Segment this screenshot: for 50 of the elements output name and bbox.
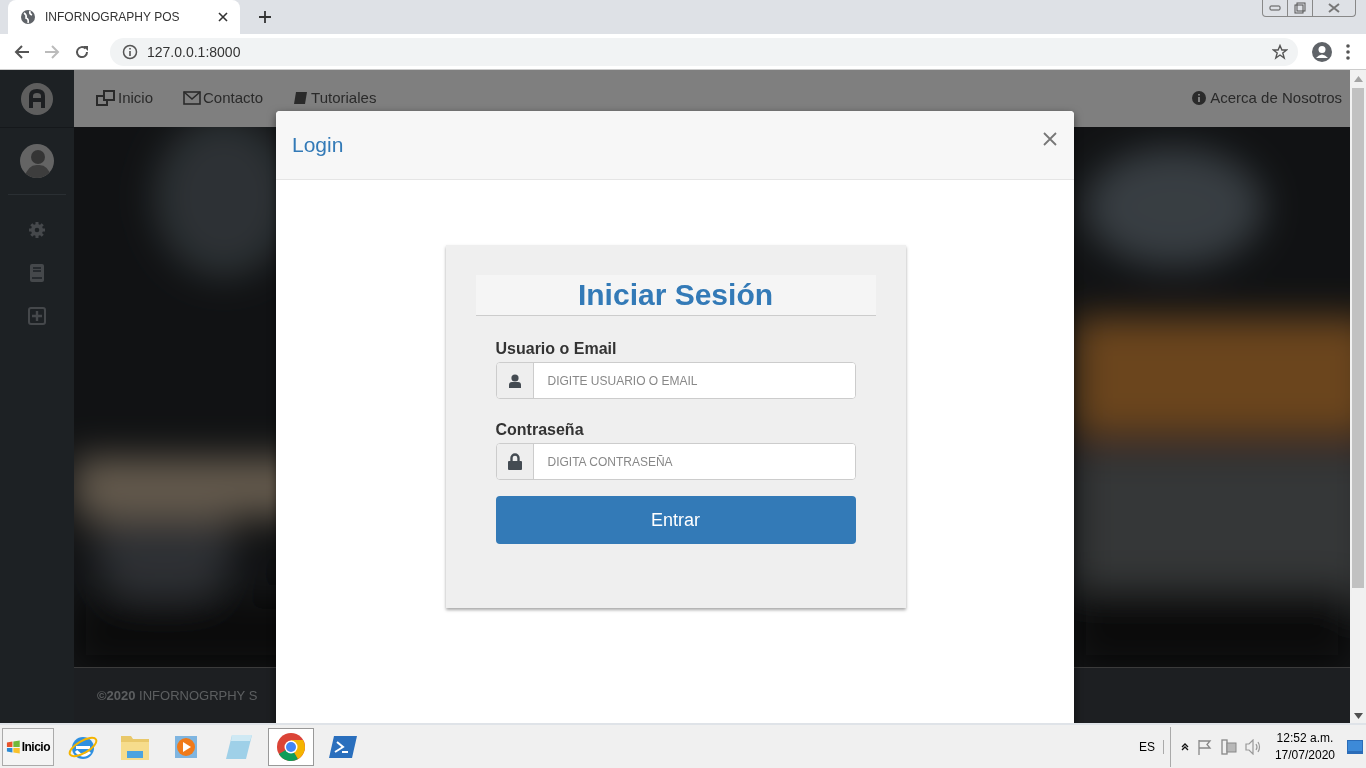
network-icon[interactable] [1220,738,1237,755]
menu-icon[interactable] [1346,43,1350,60]
nav-link[interactable]: Acerca de Nosotros [1192,89,1342,106]
close-icon [1328,3,1340,13]
login-heading: Iniciar Sesión [577,278,774,312]
globe-icon [20,9,36,25]
user-icon [508,373,521,388]
logo-icon[interactable] [20,81,54,116]
reload-icon[interactable] [74,43,90,60]
field-label: Usuario o Email [495,340,618,358]
language-indicator[interactable]: ES [1138,739,1164,754]
browser-tab[interactable]: INFORNOGRAPHY POS [8,0,240,34]
close-icon[interactable] [218,12,228,22]
nav-link[interactable]: Contacto [183,89,264,106]
new-tab-icon[interactable] [258,10,272,24]
restore-icon [1294,2,1306,14]
nav-link[interactable]: Inicio [96,89,154,106]
clock[interactable]: 12:52 a.m. 17/07/2020 [1270,729,1339,764]
input-field[interactable]: DIGITA CONTRASEÑA [495,443,856,480]
windows-icon [96,89,116,106]
back-icon[interactable] [14,43,30,60]
chevron-up-icon[interactable] [1180,742,1189,751]
dialog-title: Login [292,132,344,157]
show-desktop-icon[interactable] [1347,739,1363,754]
submit-button[interactable]: Entrar [495,496,856,544]
address-bar[interactable]: 127.0.0.1:8000 [110,37,1298,66]
terminal-icon [328,733,358,760]
scrollbar-thumb[interactable] [1352,88,1364,588]
scroll-up-icon[interactable] [1353,76,1363,82]
flag-icon[interactable] [1196,738,1213,755]
settings-icon[interactable] [28,221,46,239]
profile-icon[interactable] [1312,41,1332,62]
envelope-icon [183,90,202,105]
volume-icon[interactable] [1244,738,1263,755]
bookmark-star-icon[interactable] [1272,43,1288,60]
info-icon [1192,90,1207,105]
lock-icon [507,453,522,470]
input-field[interactable]: DIGITE USUARIO O EMAIL [495,362,856,399]
footer-text: ©2020 INFORNOGRPHY S [97,688,258,703]
add-square-icon[interactable] [28,307,46,325]
minimize-icon [1269,5,1281,11]
start-button[interactable]: Inicio [2,727,54,766]
info-icon [122,43,138,60]
forward-icon[interactable] [44,43,60,60]
nav-link[interactable]: Tutoriales [293,89,377,106]
chrome-icon [276,731,306,762]
four-squares-icon [6,739,21,754]
taskbar-app[interactable] [268,727,314,766]
field-label: Contraseña [495,421,585,439]
scroll-down-icon[interactable] [1353,713,1363,719]
